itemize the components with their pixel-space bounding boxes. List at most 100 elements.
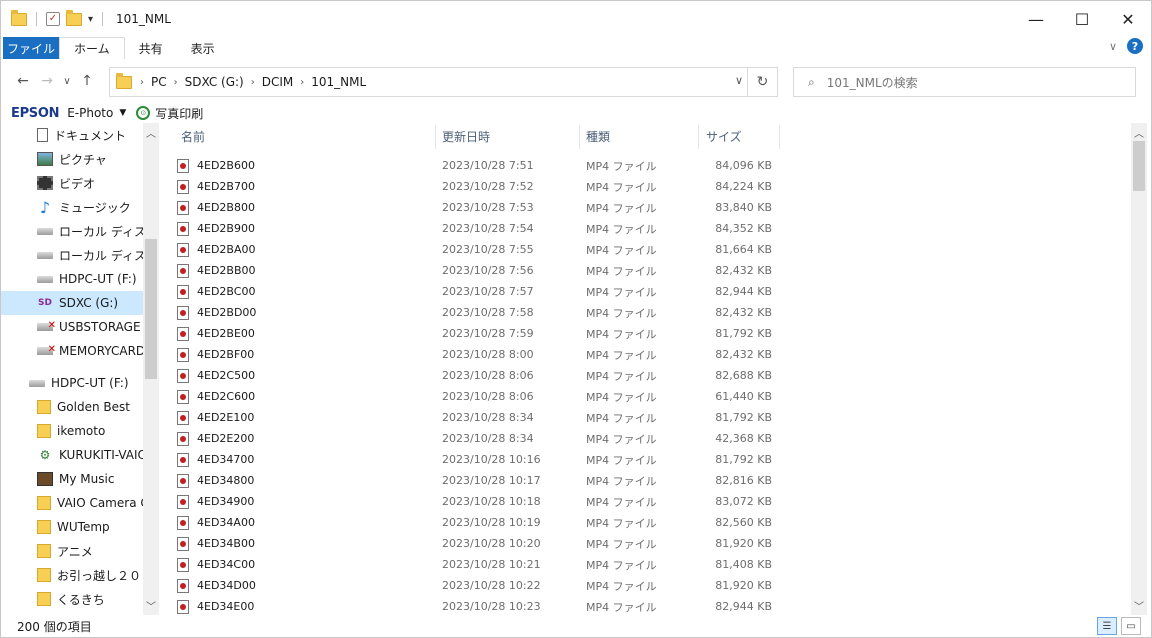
photo-print-icon[interactable]: ⊙ [136, 106, 151, 120]
column-header-size[interactable]: サイズ [706, 123, 778, 149]
tab-file[interactable]: ファイル [3, 37, 59, 59]
large-icons-view-button[interactable]: ▭ [1121, 617, 1141, 635]
file-row[interactable]: 4ED2B600 2023/10/28 7:51 MP4 ファイル 84,096 KB [177, 155, 779, 176]
nav-item[interactable]: VAIO Camera Ca [1, 491, 143, 515]
navigation-scrollbar[interactable]: ︿ ﹀ [143, 123, 159, 615]
tab-home[interactable]: ホーム [59, 37, 125, 59]
file-list-scrollbar[interactable]: ︿ ﹀ [1131, 123, 1147, 615]
nav-item[interactable]: HDPC-UT (F:) [1, 371, 143, 395]
new-folder-icon[interactable] [66, 9, 82, 26]
file-date: 2023/10/28 10:17 [442, 474, 541, 487]
column-header-type[interactable]: 種類 [586, 123, 694, 149]
ephoto-button[interactable]: E-Photo [67, 106, 113, 120]
usb-drive-error-icon: ✕ [37, 320, 56, 331]
tab-view[interactable]: 表示 [177, 37, 229, 59]
customize-toolbar-icon[interactable]: ▾ [88, 14, 93, 25]
column-divider[interactable] [698, 125, 699, 149]
breadcrumb-separator[interactable]: › [140, 77, 144, 88]
scroll-down-icon[interactable]: ﹀ [1131, 598, 1147, 613]
scroll-up-icon[interactable]: ︿ [143, 125, 159, 140]
nav-item[interactable]: ✕MEMORYCARD ( [1, 339, 143, 363]
scroll-thumb[interactable] [145, 239, 157, 379]
expand-ribbon-icon[interactable]: ∨ [1109, 40, 1117, 53]
address-dropdown-icon[interactable]: ∨ [735, 74, 743, 87]
column-divider[interactable] [779, 125, 780, 149]
close-button[interactable]: ✕ [1105, 1, 1151, 37]
mp4-file-icon [177, 263, 189, 278]
file-row[interactable]: 4ED2E200 2023/10/28 8:34 MP4 ファイル 42,368 KB [177, 428, 779, 449]
nav-item[interactable]: Golden Best [1, 395, 143, 419]
address-bar[interactable]: › PC › SDXC (G:) › DCIM › 101_NML ∨ ↻ [109, 67, 778, 97]
file-row[interactable]: 4ED34E00 2023/10/28 10:23 MP4 ファイル 82,944 K… [177, 596, 779, 615]
file-row[interactable]: 4ED2E100 2023/10/28 8:34 MP4 ファイル 81,792 KB [177, 407, 779, 428]
file-date: 2023/10/28 8:06 [442, 390, 534, 403]
breadcrumb-dcim[interactable]: DCIM [262, 75, 294, 89]
nav-item[interactable]: ローカル ディスク (C [1, 219, 143, 243]
file-row[interactable]: 4ED2BD00 2023/10/28 7:58 MP4 ファイル 82,432 KB [177, 302, 779, 323]
folder-icon[interactable] [11, 9, 27, 26]
file-row[interactable]: 4ED34700 2023/10/28 10:16 MP4 ファイル 81,792 K… [177, 449, 779, 470]
breadcrumb-separator[interactable]: › [174, 77, 178, 88]
details-view-button[interactable]: ☰ [1097, 617, 1117, 635]
column-header-date[interactable]: ^ 更新日時 [442, 123, 578, 149]
back-button[interactable]: ← [11, 73, 35, 89]
file-row[interactable]: 4ED34A00 2023/10/28 10:19 MP4 ファイル 82,560 K… [177, 512, 779, 533]
nav-item[interactable]: ✕USBSTORAGE (¥ [1, 315, 143, 339]
breadcrumb-101-nml[interactable]: 101_NML [311, 75, 366, 89]
nav-item[interactable]: お引っ越し２０１ [1, 563, 143, 587]
file-row[interactable]: 4ED34D00 2023/10/28 10:22 MP4 ファイル 81,920 K… [177, 575, 779, 596]
nav-item[interactable]: ピクチャ [1, 147, 143, 171]
scroll-thumb[interactable] [1133, 141, 1145, 191]
nav-item[interactable]: ♪ ミュージック [1, 195, 143, 219]
file-row[interactable]: 4ED2C500 2023/10/28 8:06 MP4 ファイル 82,688 KB [177, 365, 779, 386]
nav-item[interactable]: ikemoto [1, 419, 143, 443]
maximize-button[interactable]: ☐ [1059, 1, 1105, 37]
nav-item-label: ikemoto [57, 424, 106, 438]
file-row[interactable]: 4ED34C00 2023/10/28 10:21 MP4 ファイル 81,408 K… [177, 554, 779, 575]
file-row[interactable]: 4ED34900 2023/10/28 10:18 MP4 ファイル 83,072 K… [177, 491, 779, 512]
help-icon[interactable]: ? [1127, 38, 1143, 54]
file-row[interactable]: 4ED2BF00 2023/10/28 8:00 MP4 ファイル 82,432 KB [177, 344, 779, 365]
column-header-name[interactable]: 名前 [181, 123, 435, 149]
search-input[interactable]: ⌕ 101_NMLの検索 [793, 67, 1136, 97]
file-type: MP4 ファイル [586, 558, 657, 572]
ephoto-dropdown-icon[interactable]: ▼ [119, 108, 126, 118]
file-row[interactable]: 4ED2BB00 2023/10/28 7:56 MP4 ファイル 82,432 KB [177, 260, 779, 281]
title-bar: ✓ ▾ 101_NML — ☐ ✕ [1, 1, 1151, 37]
up-button[interactable]: ↑ [75, 73, 99, 89]
column-divider[interactable] [579, 125, 580, 149]
breadcrumb-pc[interactable]: PC [151, 75, 167, 89]
file-row[interactable]: 4ED34800 2023/10/28 10:17 MP4 ファイル 82,816 K… [177, 470, 779, 491]
scroll-up-icon[interactable]: ︿ [1131, 125, 1147, 140]
nav-item[interactable]: SD SDXC (G:) [1, 291, 143, 315]
nav-item[interactable]: My Music [1, 467, 143, 491]
file-row[interactable]: 4ED2BC00 2023/10/28 7:57 MP4 ファイル 82,944 KB [177, 281, 779, 302]
breadcrumb-sdxc[interactable]: SDXC (G:) [185, 75, 244, 89]
file-row[interactable]: 4ED2B900 2023/10/28 7:54 MP4 ファイル 84,352 KB [177, 218, 779, 239]
nav-item[interactable]: WUTemp [1, 515, 143, 539]
nav-item[interactable]: ⚙ KURUKITI-VAIO [1, 443, 143, 467]
scroll-down-icon[interactable]: ﹀ [143, 598, 159, 613]
file-row[interactable]: 4ED2BE00 2023/10/28 7:59 MP4 ファイル 81,792 KB [177, 323, 779, 344]
column-divider[interactable] [435, 125, 436, 149]
minimize-button[interactable]: — [1013, 1, 1059, 37]
breadcrumb-separator[interactable]: › [300, 77, 304, 88]
file-row[interactable]: 4ED2BA00 2023/10/28 7:55 MP4 ファイル 81,664 KB [177, 239, 779, 260]
file-row[interactable]: 4ED2B800 2023/10/28 7:53 MP4 ファイル 83,840 KB [177, 197, 779, 218]
file-row[interactable]: 4ED34B00 2023/10/28 10:20 MP4 ファイル 81,920 K… [177, 533, 779, 554]
file-row[interactable]: 4ED2C600 2023/10/28 8:06 MP4 ファイル 61,440 KB [177, 386, 779, 407]
breadcrumb-separator[interactable]: › [251, 77, 255, 88]
nav-item[interactable]: アニメ [1, 539, 143, 563]
forward-button[interactable]: → [35, 73, 59, 89]
nav-item[interactable]: ビデオ [1, 171, 143, 195]
tab-share[interactable]: 共有 [125, 37, 177, 59]
nav-item[interactable]: ドキュメント [1, 123, 143, 147]
nav-item[interactable]: ローカル ディスク (D [1, 243, 143, 267]
nav-item[interactable]: HDPC-UT (F:) [1, 267, 143, 291]
nav-item[interactable]: くるきち [1, 587, 143, 611]
file-row[interactable]: 4ED2B700 2023/10/28 7:52 MP4 ファイル 84,224 KB [177, 176, 779, 197]
photo-print-button[interactable]: 写真印刷 [155, 105, 203, 122]
recent-locations-button[interactable]: ∨ [59, 76, 75, 87]
refresh-button[interactable]: ↻ [747, 68, 777, 96]
properties-icon[interactable]: ✓ [46, 12, 60, 26]
